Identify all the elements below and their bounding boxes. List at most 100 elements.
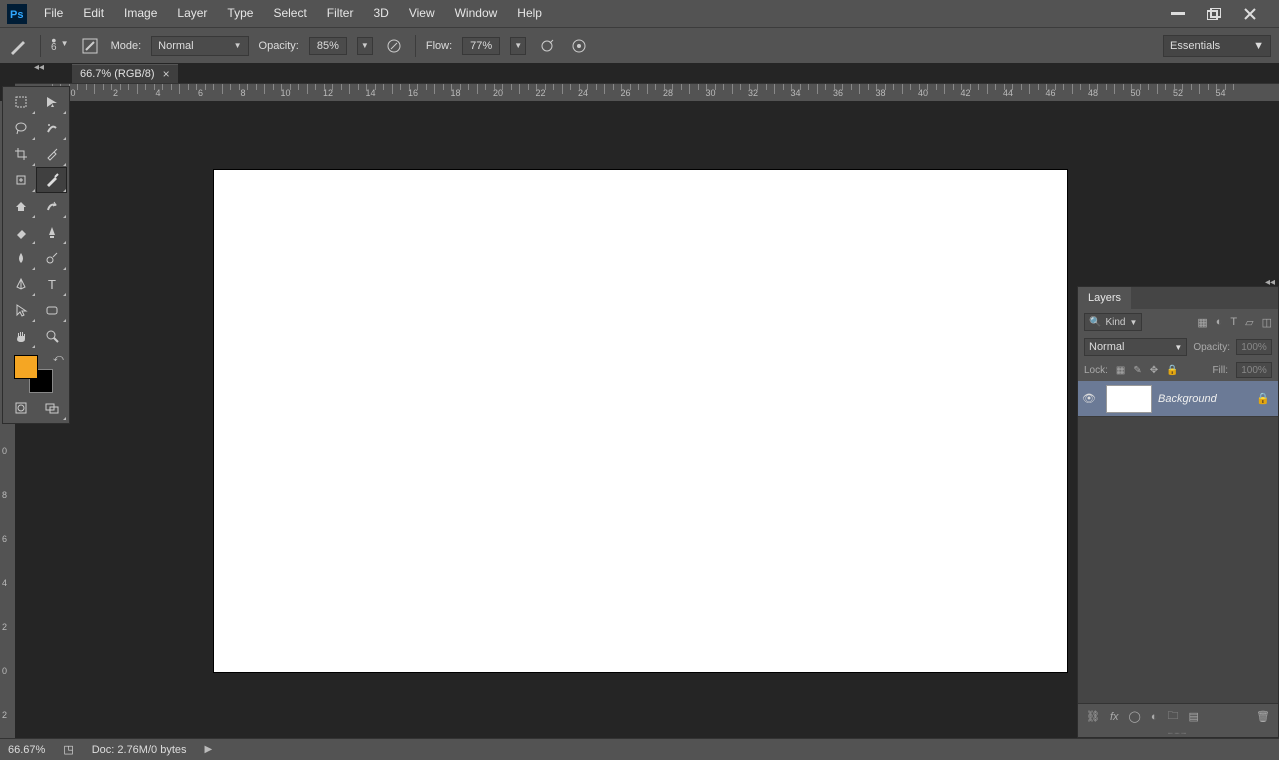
brush-panel-toggle-icon[interactable] [79,35,101,57]
lock-transparency-icon[interactable]: ▦ [1116,365,1125,376]
menu-edit[interactable]: Edit [73,0,114,27]
layer-fill-input[interactable]: 100% [1236,362,1272,378]
layer-item[interactable]: 👁 Background 🔒 [1078,381,1278,417]
window-restore-button[interactable] [1203,6,1225,22]
layer-thumbnail[interactable] [1106,385,1152,413]
menu-type[interactable]: Type [217,0,263,27]
document-tab[interactable]: 66.7% (RGB/8) × [72,64,178,83]
filter-type-icon[interactable]: T [1230,316,1237,329]
doc-info-menu-icon[interactable]: ▶ [205,744,213,755]
panel-collapse-icon[interactable]: ◂◂ [1265,277,1275,288]
window-close-button[interactable] [1239,6,1261,22]
brush-tool[interactable] [36,167,67,193]
document-canvas[interactable] [214,170,1067,672]
swap-colors-icon[interactable]: ⤺ [53,353,64,364]
marquee-tool[interactable] [36,89,67,115]
screen-mode-icon[interactable] [36,395,67,421]
dodge-tool[interactable] [36,245,67,271]
layer-blend-mode-value: Normal [1089,341,1124,353]
opacity-input[interactable]: 85% [309,37,347,55]
foreground-color-swatch[interactable] [14,355,38,379]
layer-mask-icon[interactable]: ◯ [1129,710,1141,723]
layer-visibility-icon[interactable]: 👁 [1078,392,1100,405]
healing-brush-tool[interactable] [5,167,36,193]
menu-file[interactable]: File [34,0,73,27]
menu-select[interactable]: Select [263,0,316,27]
menu-image[interactable]: Image [114,0,167,27]
close-icon[interactable]: × [163,67,170,81]
filter-adjustment-icon[interactable]: ◐ [1216,316,1223,329]
document-tab-bar: ◂◂ 66.7% (RGB/8) × [72,63,178,83]
tools-panel: T ⤺ [2,86,70,424]
tool-preset-icon[interactable] [8,35,30,57]
menu-filter[interactable]: Filter [317,0,364,27]
flow-dropdown[interactable]: ▼ [510,37,526,55]
menu-bar: Ps File Edit Image Layer Type Select Fil… [0,0,1279,27]
gradient-tool[interactable] [36,219,67,245]
blend-mode-select[interactable]: Normal▼ [151,36,248,56]
ruler-tick-label: 2 [2,710,7,720]
zoom-tool[interactable] [36,323,67,349]
separator [415,35,416,57]
layer-group-icon[interactable]: 🗀 [1168,707,1179,726]
layer-blend-mode-select[interactable]: Normal▼ [1084,338,1187,356]
link-layers-icon[interactable]: ⛓ [1086,710,1100,723]
adjustment-layer-icon[interactable]: ◐ [1151,711,1158,723]
pen-tool[interactable] [5,271,36,297]
quick-mask-icon[interactable] [5,395,36,421]
filter-type-select[interactable]: 🔍 Kind ▼ [1084,313,1142,331]
quick-selection-tool[interactable] [36,115,67,141]
svg-text:Ps: Ps [10,9,23,21]
doc-info[interactable]: Doc: 2.76M/0 bytes [92,744,187,756]
airbrush-icon[interactable] [536,35,558,57]
options-bar: • 6 ▼ Mode: Normal▼ Opacity: 85%▼ Flow: … [0,27,1279,63]
menu-3d[interactable]: 3D [363,0,398,27]
filter-shape-icon[interactable]: ▱ [1245,316,1253,329]
panel-collapse-icon[interactable]: ◂◂ [34,62,44,73]
type-tool[interactable]: T [36,271,67,297]
menu-layer[interactable]: Layer [167,0,217,27]
zoom-level[interactable]: 66.67% [8,744,45,756]
lock-all-icon[interactable]: 🔒 [1166,365,1178,376]
workspace-switcher[interactable]: Essentials▼ [1163,35,1271,57]
ruler-tick-label: 8 [2,490,7,500]
horizontal-ruler[interactable]: 0246810121416182022242628303234363840424… [15,83,1279,101]
window-minimize-button[interactable] [1167,6,1189,22]
clone-stamp-tool[interactable] [5,193,36,219]
menu-window[interactable]: Window [445,0,508,27]
history-brush-tool[interactable] [36,193,67,219]
pressure-opacity-icon[interactable] [383,35,405,57]
pressure-size-icon[interactable] [568,35,590,57]
window-controls [1167,6,1275,22]
layer-opacity-input[interactable]: 100% [1236,339,1272,355]
shape-tool[interactable] [36,297,67,323]
opacity-dropdown[interactable]: ▼ [357,37,373,55]
new-layer-icon[interactable]: ▤ [1189,710,1199,723]
brush-preset-picker[interactable]: • 6 ▼ [51,38,69,54]
filter-smart-icon[interactable]: ◫ [1262,316,1272,329]
lock-position-icon[interactable]: ✥ [1150,365,1158,376]
path-selection-tool[interactable] [5,297,36,323]
mode-label: Mode: [111,40,142,52]
flow-input[interactable]: 77% [462,37,500,55]
delete-layer-icon[interactable]: 🗑 [1256,710,1270,723]
layer-fx-icon[interactable]: fx [1110,711,1119,723]
lock-image-icon[interactable]: ✎ [1133,365,1141,376]
ruler-tick-label: 0 [2,666,7,676]
blur-tool[interactable] [5,245,36,271]
status-bar: 66.67% ◳ Doc: 2.76M/0 bytes ▶ [0,738,1279,760]
lock-icon[interactable]: 🔒 [1256,392,1270,405]
eyedropper-tool[interactable] [36,141,67,167]
filter-pixel-icon[interactable]: ▦ [1197,316,1207,329]
crop-tool[interactable] [5,141,36,167]
move-tool[interactable] [5,89,36,115]
layers-tab[interactable]: Layers [1078,287,1131,309]
menu-view[interactable]: View [399,0,445,27]
status-preview-icon[interactable]: ◳ [63,743,73,756]
panel-resize-grip[interactable]: ┈┈┈ [1078,729,1278,737]
menu-help[interactable]: Help [507,0,552,27]
eraser-tool[interactable] [5,219,36,245]
ruler-tick-label: 4 [155,88,160,98]
hand-tool[interactable] [5,323,36,349]
lasso-tool[interactable] [5,115,36,141]
